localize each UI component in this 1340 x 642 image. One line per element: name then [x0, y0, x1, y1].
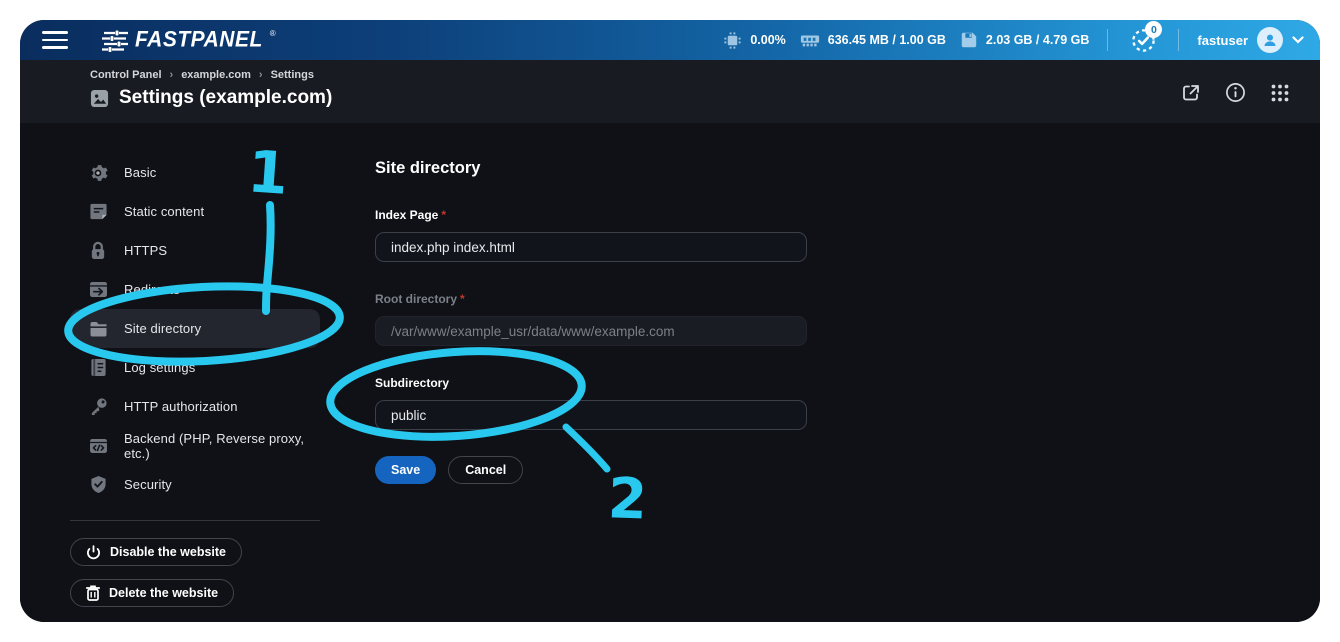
brand-name: FASTPANEL — [135, 27, 263, 52]
redirect-icon — [87, 281, 109, 298]
cpu-icon — [723, 31, 742, 50]
sidebar-item-label: HTTPS — [124, 243, 167, 258]
sidebar-item-label: Security — [124, 477, 172, 492]
index-page-field: Index Page* — [375, 206, 807, 262]
topbar-divider — [1107, 29, 1108, 51]
breadcrumb: Control Panel › example.com › Settings — [90, 69, 1292, 81]
notifications-button[interactable]: 0 — [1126, 23, 1160, 57]
ram-value: 636.45 MB / 1.00 GB — [828, 33, 946, 47]
trash-icon — [86, 585, 100, 601]
topbar-divider — [1178, 29, 1179, 51]
settings-sidebar: Basic Static content HTTPS Redirects — [20, 123, 340, 622]
sidebar-item-label: Static content — [124, 204, 204, 219]
open-external-icon[interactable] — [1181, 83, 1201, 103]
breadcrumb-settings: Settings — [271, 69, 314, 81]
apps-grid-icon[interactable] — [1270, 83, 1290, 103]
required-mark: * — [460, 292, 465, 306]
sidebar-item-label: HTTP authorization — [124, 399, 238, 414]
sidebar-item-security[interactable]: Security — [70, 465, 320, 504]
registered-mark: ® — [270, 29, 276, 38]
ram-usage: 636.45 MB / 1.00 GB — [800, 32, 946, 48]
disk-usage: 2.03 GB / 4.79 GB — [960, 31, 1090, 49]
disk-icon — [960, 31, 978, 49]
shield-icon — [87, 475, 109, 494]
breadcrumb-separator: › — [259, 69, 263, 81]
sidebar-item-http-authorization[interactable]: HTTP authorization — [70, 387, 320, 426]
disable-website-button[interactable]: Disable the website — [70, 538, 242, 566]
site-image-icon — [90, 89, 109, 108]
page-title: Settings (example.com) — [119, 87, 332, 109]
site-directory-panel: Site directory Index Page* Root director… — [340, 123, 1320, 622]
log-icon — [87, 358, 109, 377]
delete-website-label: Delete the website — [109, 586, 218, 600]
lock-icon — [87, 241, 109, 260]
sidebar-item-static-content[interactable]: Static content — [70, 192, 320, 231]
gear-icon — [87, 163, 109, 183]
folder-icon — [87, 321, 109, 337]
sidebar-item-redirects[interactable]: Redirects — [70, 270, 320, 309]
required-mark: * — [441, 208, 446, 222]
sidebar-item-https[interactable]: HTTPS — [70, 231, 320, 270]
hamburger-menu-icon[interactable] — [42, 31, 68, 49]
disk-value: 2.03 GB / 4.79 GB — [986, 33, 1090, 47]
delete-website-button[interactable]: Delete the website — [70, 579, 234, 607]
info-icon[interactable] — [1225, 82, 1246, 103]
sidebar-item-label: Site directory — [124, 321, 201, 336]
sidebar-item-site-directory[interactable]: Site directory — [70, 309, 320, 348]
power-icon — [86, 545, 101, 560]
index-page-input[interactable] — [375, 232, 807, 262]
root-directory-label: Root directory — [375, 292, 457, 306]
key-icon — [87, 397, 109, 416]
avatar — [1257, 27, 1283, 53]
subdirectory-field: Subdirectory — [375, 374, 807, 430]
index-page-label: Index Page — [375, 208, 438, 222]
breadcrumb-site[interactable]: example.com — [181, 69, 251, 81]
note-icon — [87, 202, 109, 221]
cpu-value: 0.00% — [750, 33, 785, 47]
person-icon — [1262, 32, 1278, 48]
sidebar-item-label: Basic — [124, 165, 156, 180]
ram-icon — [800, 32, 820, 48]
fastpanel-logo[interactable]: FASTPANEL ® — [102, 28, 276, 52]
code-icon — [87, 438, 109, 454]
subdirectory-input[interactable] — [375, 400, 807, 430]
sidebar-divider — [70, 520, 320, 521]
subdirectory-label: Subdirectory — [375, 376, 449, 390]
cancel-button[interactable]: Cancel — [448, 456, 523, 484]
sidebar-item-log-settings[interactable]: Log settings — [70, 348, 320, 387]
sidebar-item-label: Log settings — [124, 360, 195, 375]
app-window: FASTPANEL ® 0.00% 636.45 MB / 1.00 GB — [20, 20, 1320, 622]
save-button[interactable]: Save — [375, 456, 436, 484]
breadcrumb-control-panel[interactable]: Control Panel — [90, 69, 162, 81]
notification-count-badge: 0 — [1145, 21, 1162, 38]
disable-website-label: Disable the website — [110, 545, 226, 559]
username: fastuser — [1197, 33, 1248, 48]
top-bar: FASTPANEL ® 0.00% 636.45 MB / 1.00 GB — [20, 20, 1320, 60]
breadcrumb-separator: › — [170, 69, 174, 81]
sidebar-item-label: Backend (PHP, Reverse proxy, etc.) — [124, 431, 310, 461]
root-directory-field: Root directory* — [375, 290, 807, 346]
form-title: Site directory — [375, 159, 1320, 178]
root-directory-input — [375, 316, 807, 346]
page-header: Control Panel › example.com › Settings S… — [20, 60, 1320, 123]
user-menu[interactable]: fastuser — [1197, 27, 1304, 53]
sidebar-item-label: Redirects — [124, 282, 180, 297]
sidebar-item-backend[interactable]: Backend (PHP, Reverse proxy, etc.) — [70, 426, 320, 465]
chevron-down-icon — [1292, 36, 1304, 44]
cpu-usage: 0.00% — [723, 31, 785, 50]
sliders-icon — [102, 30, 128, 52]
sidebar-item-basic[interactable]: Basic — [70, 153, 320, 192]
